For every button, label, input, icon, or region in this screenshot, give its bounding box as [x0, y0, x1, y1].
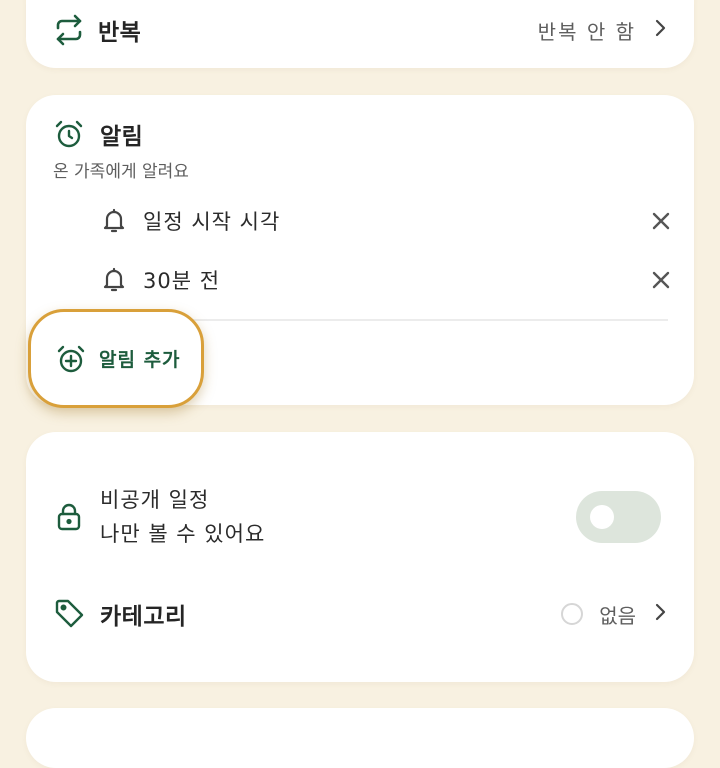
- category-value: 없음: [599, 603, 636, 628]
- toggle-knob: [590, 505, 614, 529]
- alarm-item[interactable]: 일정 시작 시각: [102, 201, 672, 241]
- bell-icon: [102, 267, 126, 293]
- chevron-right-icon: [654, 18, 668, 42]
- add-alarm-icon: [56, 344, 86, 374]
- alarm-clock-icon: [54, 119, 84, 149]
- bell-icon: [102, 208, 126, 234]
- add-alarm-label: 알림 추가: [99, 349, 181, 371]
- category-label: 카테고리: [100, 604, 187, 630]
- category-color-indicator: [561, 603, 584, 625]
- category-row[interactable]: 카테고리 없음: [54, 594, 668, 634]
- lock-icon: [56, 502, 82, 532]
- repeat-value: 반복 안 함: [537, 19, 636, 44]
- alarm-header: 알림: [54, 117, 143, 151]
- chevron-right-icon: [654, 602, 668, 626]
- privacy-subtitle: 나만 볼 수 있어요: [100, 522, 266, 546]
- privacy-title: 비공개 일정: [100, 488, 210, 512]
- close-icon[interactable]: [652, 271, 670, 293]
- alarm-subtitle: 온 가족에게 알려요: [53, 162, 189, 182]
- repeat-card[interactable]: 반복 반복 안 함: [26, 0, 694, 68]
- alarm-item[interactable]: 30분 전: [102, 260, 672, 300]
- add-alarm-button[interactable]: 알림 추가: [28, 309, 204, 408]
- privacy-toggle[interactable]: [576, 491, 661, 543]
- alarm-item-label: 30분 전: [143, 269, 221, 293]
- repeat-label: 반복: [98, 20, 142, 46]
- next-card: [26, 708, 694, 768]
- alarm-item-label: 일정 시작 시각: [143, 210, 281, 234]
- close-icon[interactable]: [652, 212, 670, 234]
- privacy-row[interactable]: 비공개 일정 나만 볼 수 있어요: [56, 482, 664, 552]
- repeat-icon: [52, 13, 86, 47]
- alarm-title: 알림: [100, 124, 144, 150]
- settings-card: 비공개 일정 나만 볼 수 있어요 카테고리 없음: [26, 432, 694, 682]
- repeat-row[interactable]: 반복 반복 안 함: [52, 6, 668, 54]
- tag-icon: [54, 598, 86, 630]
